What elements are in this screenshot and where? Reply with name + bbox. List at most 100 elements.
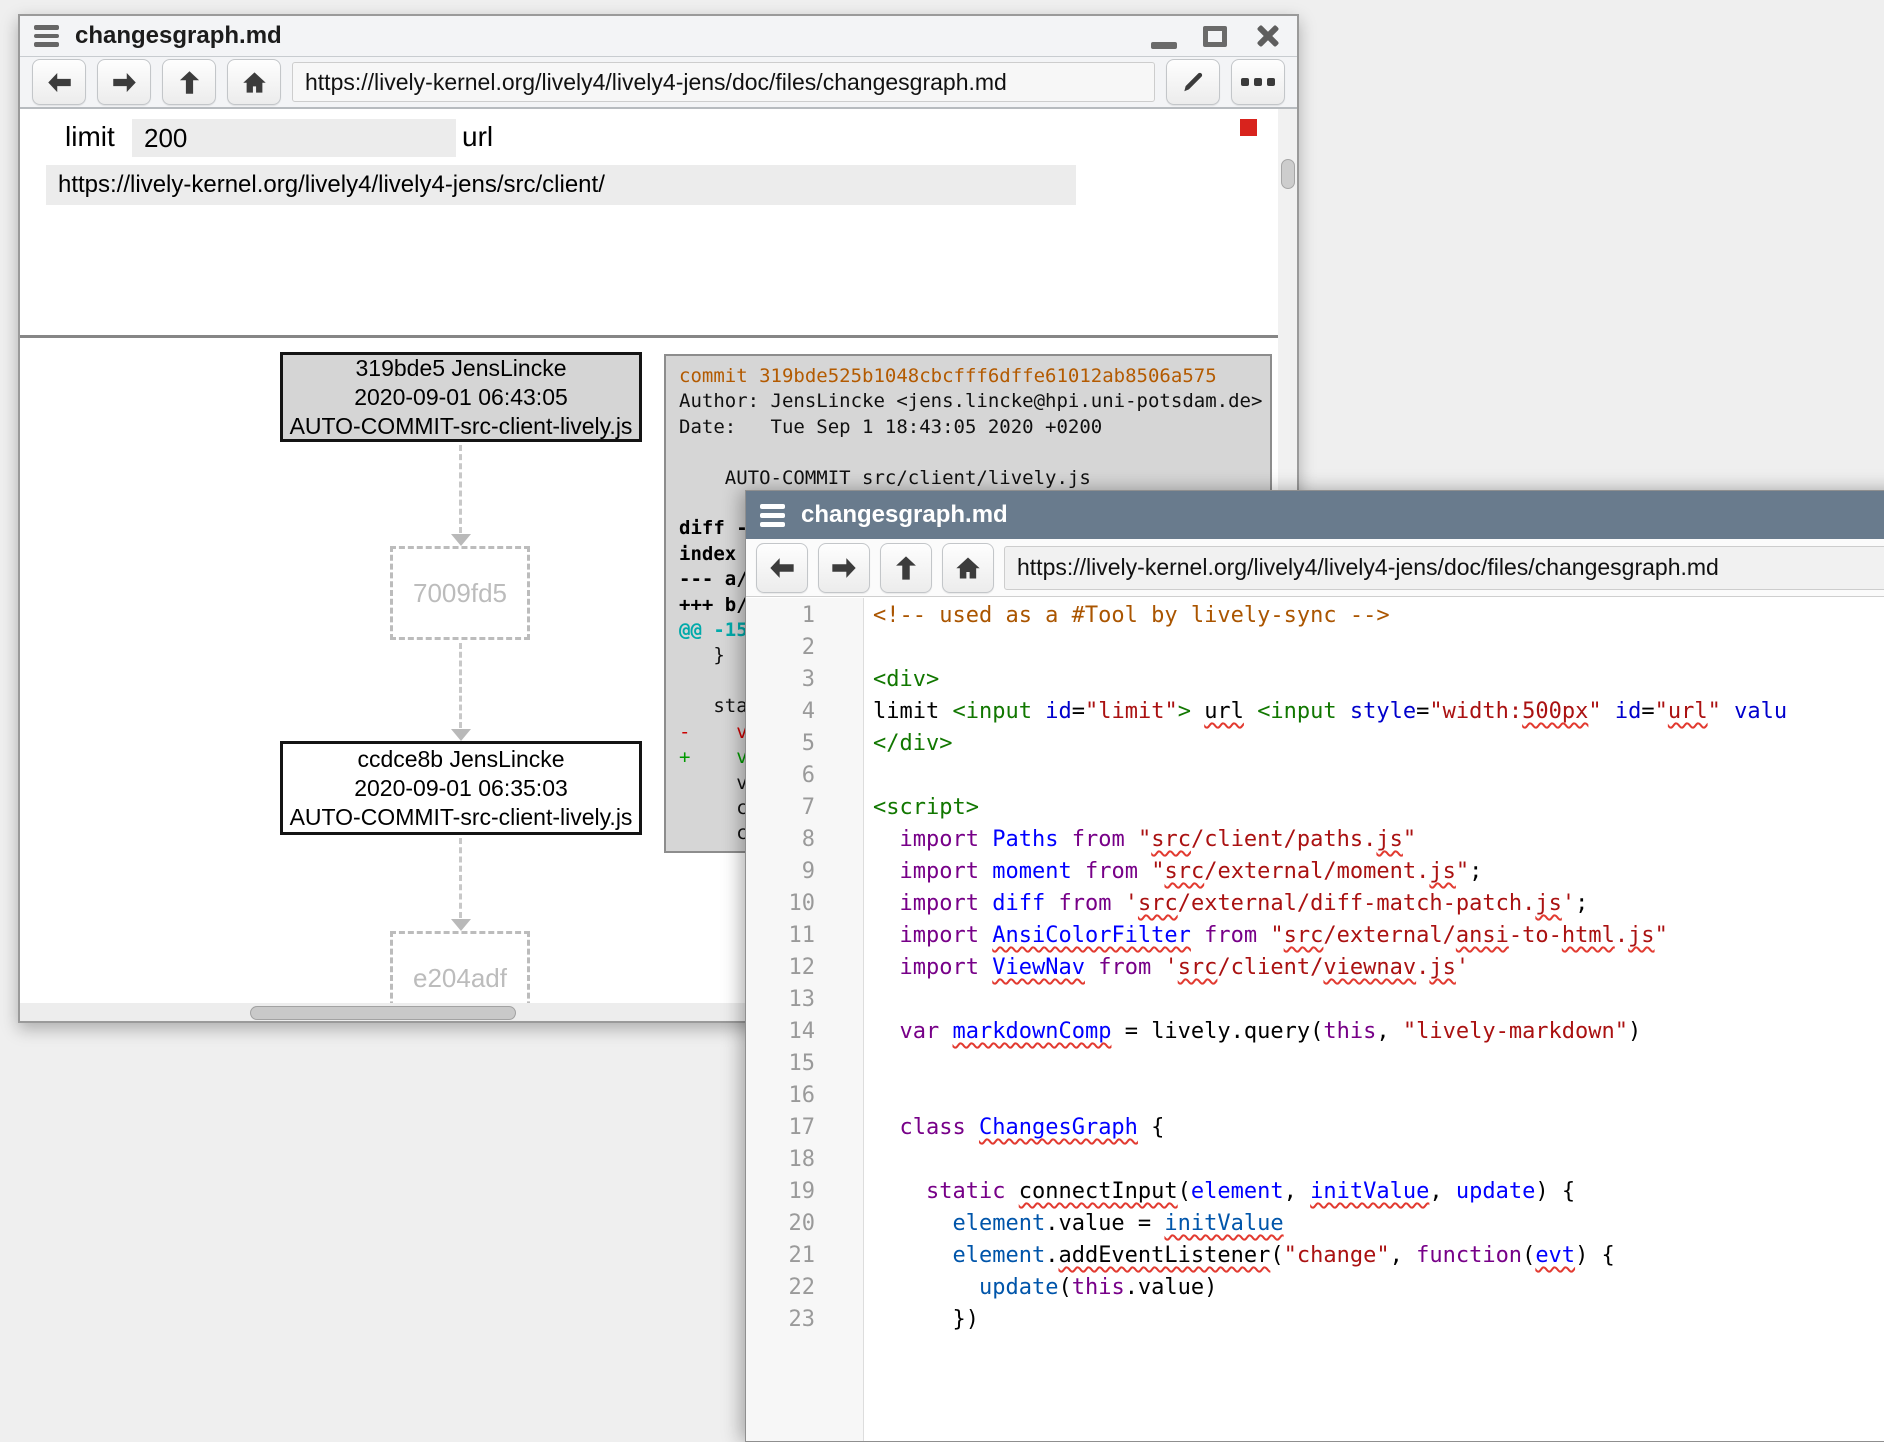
line-number: 12	[746, 952, 839, 984]
code-line[interactable]: 20 element.value = initValue	[746, 1208, 1884, 1240]
commit-node-319bde5[interactable]: 319bde5 JensLincke 2020-09-01 06:43:05 A…	[280, 352, 642, 442]
code-line[interactable]: 3<div>	[746, 664, 1884, 696]
diff-line: Author: JensLincke <jens.lincke@hpi.uni-…	[679, 389, 1270, 414]
forward-button[interactable]	[818, 543, 870, 593]
code-line[interactable]: 14 var markdownComp = lively.query(this,…	[746, 1016, 1884, 1048]
back-window-titlebar[interactable]: changesgraph.md	[20, 16, 1297, 57]
code-line[interactable]: 9 import moment from "src/external/momen…	[746, 856, 1884, 888]
code-line[interactable]: 16	[746, 1080, 1884, 1112]
url-label: url	[462, 121, 493, 153]
limit-input[interactable]	[132, 119, 456, 157]
commit-node-ccdce8b[interactable]: ccdce8b JensLincke 2020-09-01 06:35:03 A…	[280, 741, 642, 835]
code-line[interactable]: 7<script>	[746, 792, 1884, 824]
commit-node-7009fd5[interactable]: 7009fd5	[390, 546, 530, 640]
back-arrow-icon	[768, 554, 796, 582]
line-number: 2	[746, 632, 839, 664]
line-number: 18	[746, 1144, 839, 1176]
line-number: 17	[746, 1112, 839, 1144]
url-input[interactable]	[292, 62, 1155, 102]
graph-edge	[459, 838, 462, 918]
status-square	[1240, 119, 1257, 136]
diff-line: Date: Tue Sep 1 18:43:05 2020 +0200	[679, 415, 1270, 440]
hamburger-menu-icon[interactable]	[34, 25, 59, 47]
code-line[interactable]: 15	[746, 1048, 1884, 1080]
code-line[interactable]: 10 import diff from 'src/external/diff-m…	[746, 888, 1884, 920]
up-button[interactable]	[162, 59, 216, 105]
back-button[interactable]	[756, 543, 808, 593]
code-line[interactable]: 1<!-- used as a #Tool by lively-sync -->	[746, 600, 1884, 632]
pencil-icon	[1180, 69, 1206, 95]
line-number: 21	[746, 1240, 839, 1272]
window-controls	[1151, 16, 1283, 56]
section-divider	[20, 335, 1278, 338]
diff-line: AUTO-COMMIT src/client/lively.js	[679, 466, 1270, 491]
arrow-head-icon	[451, 729, 471, 741]
diff-line	[679, 440, 1270, 465]
window-title: changesgraph.md	[801, 501, 1008, 529]
code-line[interactable]: 2	[746, 632, 1884, 664]
code-lines: 1<!-- used as a #Tool by lively-sync -->…	[746, 598, 1884, 1336]
vertical-scrollbar-thumb[interactable]	[1281, 159, 1295, 189]
back-window-navbar	[20, 57, 1297, 109]
code-line[interactable]: 18	[746, 1144, 1884, 1176]
back-arrow-icon	[46, 69, 73, 96]
repo-url-input[interactable]	[46, 165, 1076, 205]
line-number: 3	[746, 664, 839, 696]
line-number: 15	[746, 1048, 839, 1080]
home-button[interactable]	[227, 59, 281, 105]
hamburger-menu-icon[interactable]	[760, 504, 785, 527]
line-number: 13	[746, 984, 839, 1016]
line-number: 7	[746, 792, 839, 824]
up-arrow-icon	[892, 554, 920, 582]
up-button[interactable]	[880, 543, 932, 593]
horizontal-scrollbar-thumb[interactable]	[250, 1006, 516, 1020]
code-line[interactable]: 21 element.addEventListener("change", fu…	[746, 1240, 1884, 1272]
code-line[interactable]: 23 })	[746, 1304, 1884, 1336]
more-button[interactable]	[1231, 59, 1285, 105]
code-line[interactable]: 6	[746, 760, 1884, 792]
code-line[interactable]: 17 class ChangesGraph {	[746, 1112, 1884, 1144]
code-line[interactable]: 5</div>	[746, 728, 1884, 760]
line-number: 11	[746, 920, 839, 952]
home-button[interactable]	[942, 543, 994, 593]
forward-arrow-icon	[111, 69, 138, 96]
graph-edge	[459, 445, 462, 533]
minimize-icon[interactable]	[1151, 42, 1177, 49]
forward-button[interactable]	[97, 59, 151, 105]
maximize-icon[interactable]	[1203, 26, 1227, 47]
line-number: 10	[746, 888, 839, 920]
line-number: 20	[746, 1208, 839, 1240]
line-number: 1	[746, 600, 839, 632]
front-window-titlebar[interactable]: changesgraph.md	[746, 491, 1884, 539]
graph-edge	[459, 643, 462, 728]
line-number: 16	[746, 1080, 839, 1112]
front-window: changesgraph.md 1<!-- used as a #Tool by…	[745, 490, 1884, 1442]
code-line[interactable]: 22 update(this.value)	[746, 1272, 1884, 1304]
line-number: 23	[746, 1304, 839, 1336]
url-input[interactable]	[1004, 546, 1884, 590]
home-icon	[241, 69, 268, 96]
code-line[interactable]: 8 import Paths from "src/client/paths.js…	[746, 824, 1884, 856]
code-editor[interactable]: 1<!-- used as a #Tool by lively-sync -->…	[746, 598, 1884, 1441]
front-window-navbar	[746, 539, 1884, 597]
line-number: 19	[746, 1176, 839, 1208]
arrow-head-icon	[451, 534, 471, 546]
window-title: changesgraph.md	[75, 22, 282, 50]
code-line[interactable]: 19 static connectInput(element, initValu…	[746, 1176, 1884, 1208]
code-line[interactable]: 13	[746, 984, 1884, 1016]
up-arrow-icon	[176, 69, 203, 96]
line-number: 9	[746, 856, 839, 888]
line-number: 14	[746, 1016, 839, 1048]
forward-arrow-icon	[830, 554, 858, 582]
back-button[interactable]	[32, 59, 86, 105]
code-line[interactable]: 12 import ViewNav from 'src/client/viewn…	[746, 952, 1884, 984]
home-icon	[954, 554, 982, 582]
close-icon[interactable]	[1253, 21, 1283, 51]
code-line[interactable]: 11 import AnsiColorFilter from "src/exte…	[746, 920, 1884, 952]
arrow-head-icon	[451, 919, 471, 931]
code-line[interactable]: 4limit <input id="limit"> url <input sty…	[746, 696, 1884, 728]
line-number: 6	[746, 760, 839, 792]
line-number: 22	[746, 1272, 839, 1304]
line-number: 5	[746, 728, 839, 760]
edit-button[interactable]	[1166, 59, 1220, 105]
